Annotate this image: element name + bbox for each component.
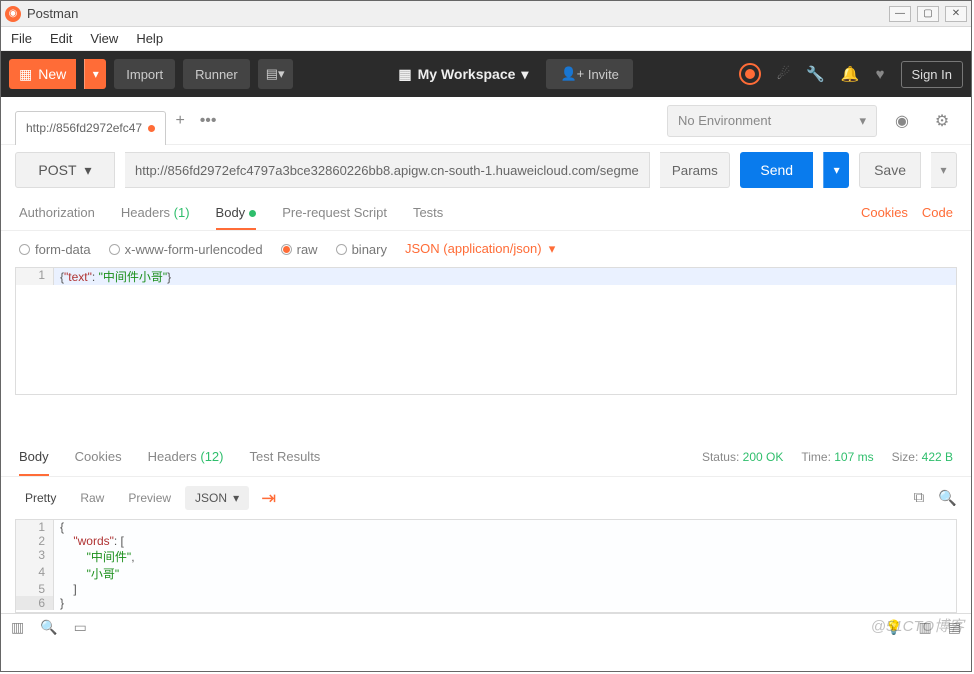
send-button[interactable]: Send	[740, 152, 813, 188]
new-button[interactable]: ▦ New	[9, 59, 76, 89]
invite-button[interactable]: 👤+ Invite	[546, 59, 632, 89]
method-label: POST	[38, 162, 76, 178]
body-indicator-icon	[249, 210, 256, 217]
request-body-editor[interactable]: 1 {"text": "中间件小哥"}	[15, 267, 957, 395]
maximize-button[interactable]: ▢	[917, 6, 939, 22]
radio-xwww[interactable]: x-www-form-urlencoded	[109, 242, 263, 257]
code-link[interactable]: Code	[922, 205, 953, 220]
gutter-line: 1	[16, 268, 54, 285]
window-title: Postman	[27, 6, 78, 21]
time-label: Time: 107 ms	[801, 450, 873, 464]
http-method-select[interactable]: POST ▾	[15, 152, 115, 188]
env-preview-icon[interactable]: ◉	[887, 106, 917, 136]
runner-button[interactable]: Runner	[183, 59, 250, 89]
unsaved-indicator-icon	[148, 125, 155, 132]
tab-pre-request[interactable]: Pre-request Script	[282, 205, 387, 220]
method-caret-icon: ▾	[85, 162, 92, 179]
resp-tab-headers[interactable]: Headers (12)	[148, 449, 224, 464]
request-tab-label: http://856fd2972efc47	[26, 121, 142, 135]
menubar: File Edit View Help	[1, 27, 971, 51]
window-titlebar: ◉ Postman — ▢ ✕	[1, 1, 971, 27]
plus-icon: ▦	[19, 66, 32, 83]
save-dropdown[interactable]: ▾	[931, 152, 957, 188]
watermark-text: @51CTO博客	[871, 615, 964, 636]
cookies-link[interactable]: Cookies	[861, 205, 908, 220]
chevron-down-icon: ▾	[859, 113, 866, 129]
search-icon[interactable]: 🔍	[938, 489, 957, 507]
workspace-label[interactable]: My Workspace	[418, 66, 516, 82]
statusbar: ▥ 🔍 ▭ 💡 ▥ ▤	[1, 613, 971, 641]
new-dropdown[interactable]: ▾	[84, 59, 106, 89]
wrap-lines-icon[interactable]: ⇥	[253, 488, 284, 509]
app-logo-icon: ◉	[5, 6, 21, 22]
close-button[interactable]: ✕	[945, 6, 967, 22]
menu-edit[interactable]: Edit	[50, 31, 72, 46]
sync-icon[interactable]: ☄	[777, 65, 790, 83]
tab-actions-button[interactable]: •••	[194, 107, 222, 135]
minimize-button[interactable]: —	[889, 6, 911, 22]
add-tab-button[interactable]: +	[166, 107, 194, 135]
find-icon[interactable]: 🔍	[40, 619, 57, 636]
menu-file[interactable]: File	[11, 31, 32, 46]
resp-tab-test-results[interactable]: Test Results	[250, 449, 321, 464]
view-preview[interactable]: Preview	[118, 485, 181, 511]
params-button[interactable]: Params	[660, 152, 730, 188]
view-raw[interactable]: Raw	[70, 485, 114, 511]
tab-headers[interactable]: Headers (1)	[121, 205, 190, 220]
save-button[interactable]: Save	[859, 152, 921, 188]
menu-help[interactable]: Help	[136, 31, 163, 46]
radio-form-data[interactable]: form-data	[19, 242, 91, 257]
environment-label: No Environment	[678, 113, 771, 128]
invite-icon: 👤+	[560, 66, 584, 82]
radio-raw[interactable]: raw	[281, 242, 318, 257]
workspace-caret-icon[interactable]: ▾	[521, 66, 528, 83]
bell-icon[interactable]: 🔔	[841, 65, 860, 83]
tab-tests[interactable]: Tests	[413, 205, 443, 220]
tabs-icon-button[interactable]: ▤▾	[258, 59, 293, 89]
content-type-select[interactable]: JSON (application/json) ▾	[405, 241, 555, 257]
copy-icon[interactable]: ⧉	[914, 489, 925, 507]
invite-label: Invite	[588, 67, 619, 82]
environment-select[interactable]: No Environment ▾	[667, 105, 877, 137]
signin-button[interactable]: Sign In	[901, 61, 963, 88]
import-button[interactable]: Import	[114, 59, 175, 89]
request-tab[interactable]: http://856fd2972efc47	[15, 111, 166, 145]
view-pretty[interactable]: Pretty	[15, 485, 66, 511]
send-dropdown[interactable]: ▾	[823, 152, 849, 188]
tab-body[interactable]: Body	[216, 205, 257, 230]
resp-format-select[interactable]: JSON ▾	[185, 486, 249, 510]
settings-gear-icon[interactable]: ⚙	[927, 106, 957, 136]
new-label: New	[38, 66, 66, 82]
url-input[interactable]	[125, 152, 650, 188]
radio-binary[interactable]: binary	[336, 242, 387, 257]
console-icon[interactable]: ▭	[74, 619, 87, 636]
main-toolbar: ▦ New ▾ Import Runner ▤▾ ▦ My Workspace …	[1, 51, 971, 97]
size-label: Size: 422 B	[892, 450, 953, 464]
menu-view[interactable]: View	[90, 31, 118, 46]
resp-tab-body[interactable]: Body	[19, 449, 49, 476]
grid-icon: ▦	[398, 66, 411, 83]
response-body-viewer[interactable]: 1{ 2 "words": [ 3 "中间件", 4 "小哥" 5 ] 6}	[15, 519, 957, 613]
heart-icon[interactable]: ♥	[876, 66, 885, 83]
capture-icon[interactable]	[739, 63, 761, 85]
resp-tab-cookies[interactable]: Cookies	[75, 449, 122, 464]
status-label: Status: 200 OK	[702, 450, 783, 464]
tab-authorization[interactable]: Authorization	[19, 205, 95, 220]
sidebar-toggle-icon[interactable]: ▥	[11, 619, 24, 636]
wrench-icon[interactable]: 🔧	[806, 65, 825, 83]
